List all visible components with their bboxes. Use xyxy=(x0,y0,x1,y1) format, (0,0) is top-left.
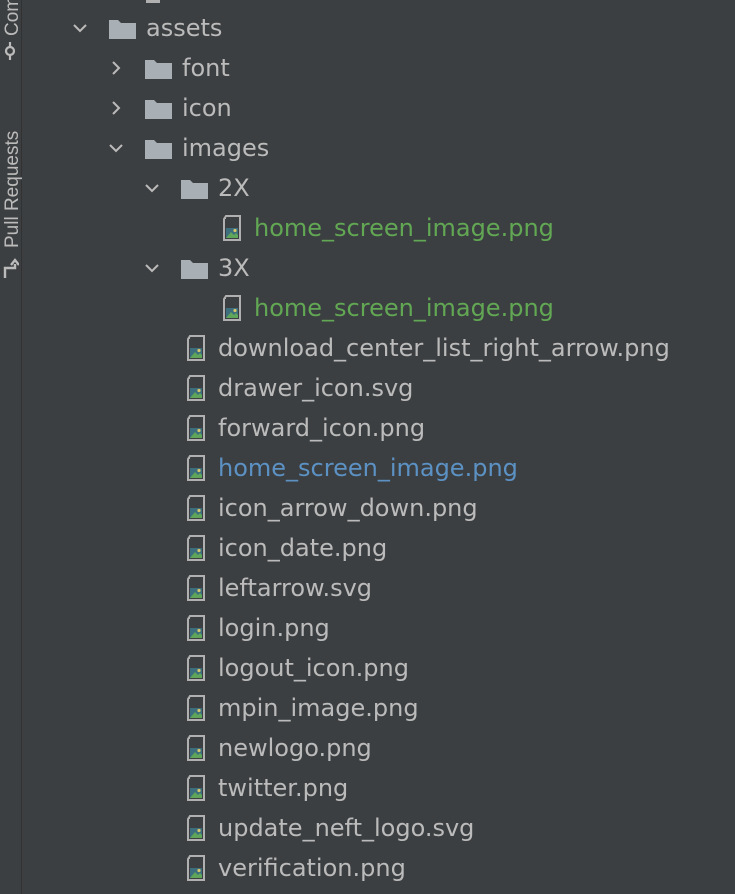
folder-label: 2X xyxy=(218,174,250,202)
tool-window-strip: Commit Pull Requests xyxy=(0,0,23,894)
image-file-icon xyxy=(187,615,205,641)
file-label: icon_date.png xyxy=(218,534,388,562)
file-label: home_screen_image.png xyxy=(254,214,554,242)
tree-file-row[interactable]: leftarrow.svg xyxy=(22,568,735,608)
previous-row-fragment xyxy=(146,0,160,3)
folder-label: icon xyxy=(182,94,232,122)
tree-file-row[interactable]: forward_icon.png xyxy=(22,408,735,448)
tree-file-row[interactable]: download_center_list_right_arrow.png xyxy=(22,328,735,368)
project-tree: assets font icon images 2X home_screen_image.… xyxy=(22,0,735,894)
tree-folder-row[interactable]: assets xyxy=(22,8,735,48)
file-label: logout_icon.png xyxy=(218,654,409,682)
folder-icon xyxy=(145,60,172,79)
file-label: login.png xyxy=(218,614,330,642)
folder-icon xyxy=(181,180,208,199)
image-file-icon xyxy=(223,295,241,321)
file-label: home_screen_image.png xyxy=(218,454,518,482)
tree-file-row[interactable]: mpin_image.png xyxy=(22,688,735,728)
folder-label: assets xyxy=(146,14,223,42)
chevron-down-icon[interactable] xyxy=(144,180,160,196)
commit-tool-tab[interactable]: Commit xyxy=(0,0,23,60)
image-file-icon xyxy=(187,375,205,401)
tree-file-row[interactable]: twitter.png xyxy=(22,768,735,808)
file-label: leftarrow.svg xyxy=(218,574,373,602)
folder-icon xyxy=(109,20,136,39)
image-file-icon xyxy=(187,575,205,601)
pull-requests-tab-label: Pull Requests xyxy=(2,130,23,248)
tree-folder-row[interactable]: icon xyxy=(22,88,735,128)
image-file-icon xyxy=(187,495,205,521)
file-label: download_center_list_right_arrow.png xyxy=(218,334,670,362)
tree-folder-row[interactable]: 3X xyxy=(22,248,735,288)
tree-file-row[interactable]: drawer_icon.svg xyxy=(22,368,735,408)
image-file-icon xyxy=(187,335,205,361)
image-file-icon xyxy=(187,735,205,761)
image-file-icon xyxy=(187,655,205,681)
folder-label: 3X xyxy=(218,254,250,282)
chevron-down-icon[interactable] xyxy=(144,260,160,276)
image-file-icon xyxy=(187,415,205,441)
image-file-icon xyxy=(187,535,205,561)
image-file-icon xyxy=(187,815,205,841)
tree-file-row[interactable]: logout_icon.png xyxy=(22,648,735,688)
chevron-right-icon[interactable] xyxy=(108,100,124,116)
file-label: forward_icon.png xyxy=(218,414,426,442)
file-label: mpin_image.png xyxy=(218,694,419,722)
tree-file-row[interactable]: login.png xyxy=(22,608,735,648)
folder-icon xyxy=(181,260,208,279)
chevron-down-icon[interactable] xyxy=(108,140,124,156)
tree-folder-row[interactable]: font xyxy=(22,48,735,88)
folder-icon xyxy=(145,140,172,159)
tree-file-row[interactable]: icon_arrow_down.png xyxy=(22,488,735,528)
pull-request-icon xyxy=(3,258,19,278)
file-label: twitter.png xyxy=(218,774,349,802)
file-label: drawer_icon.svg xyxy=(218,374,414,402)
file-label: home_screen_image.png xyxy=(254,294,554,322)
image-file-icon xyxy=(187,775,205,801)
file-label: verification.png xyxy=(218,854,406,882)
image-file-icon xyxy=(187,455,205,481)
file-label: newlogo.png xyxy=(218,734,372,762)
file-label: icon_arrow_down.png xyxy=(218,494,478,522)
chevron-down-icon[interactable] xyxy=(72,20,88,36)
commit-tab-label: Commit xyxy=(2,0,23,36)
file-label: update_neft_logo.svg xyxy=(218,814,475,842)
tree-file-row[interactable]: icon_date.png xyxy=(22,528,735,568)
image-file-icon xyxy=(223,215,241,241)
pull-requests-tool-tab[interactable]: Pull Requests xyxy=(0,100,23,285)
tree-folder-row[interactable]: 2X xyxy=(22,168,735,208)
folder-label: images xyxy=(182,134,270,162)
tree-file-row[interactable]: newlogo.png xyxy=(22,728,735,768)
tree-file-row[interactable]: update_neft_logo.svg xyxy=(22,808,735,848)
tree-file-row[interactable]: home_screen_image.png xyxy=(22,208,735,248)
chevron-right-icon[interactable] xyxy=(108,60,124,76)
tree-file-row[interactable]: verification.png xyxy=(22,848,735,888)
image-file-icon xyxy=(187,855,205,881)
folder-label: font xyxy=(182,54,230,82)
image-file-icon xyxy=(187,695,205,721)
folder-icon xyxy=(145,100,172,119)
tree-file-row[interactable]: home_screen_image.png xyxy=(22,448,735,488)
commit-icon xyxy=(4,42,16,60)
tree-folder-row[interactable]: images xyxy=(22,128,735,168)
tree-file-row[interactable]: home_screen_image.png xyxy=(22,288,735,328)
